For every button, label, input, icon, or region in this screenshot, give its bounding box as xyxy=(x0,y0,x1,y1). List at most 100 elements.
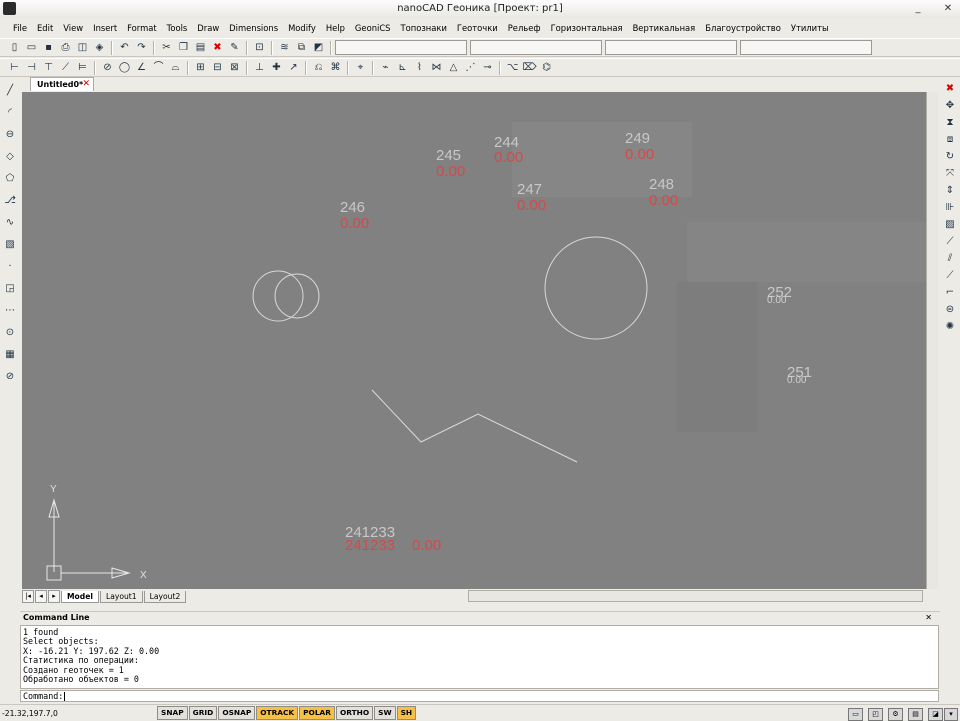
color-combo[interactable] xyxy=(470,40,602,55)
menu-tools[interactable]: Tools xyxy=(162,23,193,33)
contour-icon[interactable]: ⌇ xyxy=(413,61,426,74)
dim-aligned-icon[interactable]: ⟋ xyxy=(59,61,72,74)
save-icon[interactable]: ▪ xyxy=(42,41,55,54)
dim-space-icon[interactable]: ⊠ xyxy=(228,61,241,74)
close-panel-icon[interactable]: ✕ xyxy=(925,612,932,624)
menu-draw[interactable]: Draw xyxy=(192,23,224,33)
undo-icon[interactable]: ↶ xyxy=(118,41,131,54)
dim-style-icon[interactable]: ⌘ xyxy=(329,61,342,74)
layer-states-icon[interactable]: ⧉ xyxy=(295,41,308,54)
menu-file[interactable]: File xyxy=(8,23,32,33)
polygon-icon[interactable]: ⬠ xyxy=(3,170,17,188)
menu-relief[interactable]: Рельеф xyxy=(503,23,546,33)
dim-edit-icon[interactable]: ⎌ xyxy=(312,61,325,74)
cut-icon[interactable]: ✂ xyxy=(160,41,173,54)
dim-baseline-icon[interactable]: ⊨ xyxy=(76,61,89,74)
next-tab-icon[interactable]: ▸ xyxy=(48,590,60,603)
dim-vertical-icon[interactable]: ⊤ xyxy=(42,61,55,74)
minimize-button[interactable]: _ xyxy=(910,3,926,15)
chamfer-icon[interactable]: ⌐ xyxy=(943,285,957,300)
menu-geonics[interactable]: GeoniCS xyxy=(350,23,396,33)
menu-edit[interactable]: Edit xyxy=(32,23,58,33)
dim-arc-icon[interactable]: ⌒ xyxy=(152,61,165,74)
print-icon[interactable]: ⎙ xyxy=(59,41,72,54)
hatch-icon[interactable]: ▧ xyxy=(3,236,17,254)
match-properties-icon[interactable]: ✎ xyxy=(228,41,241,54)
delete-icon[interactable]: ✖ xyxy=(211,41,224,54)
layers-icon[interactable]: ≋ xyxy=(278,41,291,54)
dim-linear-icon[interactable]: ⊣ xyxy=(25,61,38,74)
menu-view[interactable]: View xyxy=(58,23,88,33)
tab-model[interactable]: Model xyxy=(61,590,99,603)
arc-icon[interactable]: ◜ xyxy=(3,104,17,122)
point-icon[interactable]: ⊢ xyxy=(8,61,21,74)
redo-icon[interactable]: ↷ xyxy=(135,41,148,54)
trim-icon[interactable]: ▨ xyxy=(943,217,957,232)
drawing-canvas[interactable]: 245 0.00 244 0.00 249 0.00 246 0.00 247 … xyxy=(22,92,937,589)
text-icon[interactable]: ⊘ xyxy=(3,368,17,386)
dim-angular-icon[interactable]: ∠ xyxy=(135,61,148,74)
tray-annotation-icon[interactable]: ◰ xyxy=(868,708,883,721)
tray-settings-icon[interactable]: ⚙ xyxy=(888,708,903,721)
paste-icon[interactable]: ▤ xyxy=(194,41,207,54)
menu-format[interactable]: Format xyxy=(122,23,162,33)
copy-icon[interactable]: ❐ xyxy=(177,41,190,54)
mirror-icon[interactable]: ⧗ xyxy=(943,115,957,130)
region-icon[interactable]: ⊙ xyxy=(3,324,17,342)
layer-combo[interactable] xyxy=(335,40,467,55)
scale-icon[interactable]: ⤧ xyxy=(943,166,957,181)
horizontal-scrollbar[interactable] xyxy=(468,590,923,602)
spline-icon[interactable]: ∿ xyxy=(3,214,17,232)
new-file-icon[interactable]: ▯ xyxy=(8,41,21,54)
point-draw-icon[interactable]: · xyxy=(3,258,17,276)
print-preview-icon[interactable]: ◫ xyxy=(76,41,89,54)
close-window-button[interactable]: ✕ xyxy=(940,3,956,15)
fillet-icon[interactable]: ⊜ xyxy=(943,302,957,317)
layer-previous-icon[interactable]: ◩ xyxy=(312,41,325,54)
menu-utilities[interactable]: Утилиты xyxy=(786,23,834,33)
tray-lock-icon[interactable]: ▤ xyxy=(908,708,923,721)
profile-icon[interactable]: ⌥ xyxy=(506,61,519,74)
surface-icon[interactable]: ⋈ xyxy=(430,61,443,74)
menu-insert[interactable]: Insert xyxy=(88,23,122,33)
dim-diameter-icon[interactable]: ⊘ xyxy=(101,61,114,74)
triangulate-icon[interactable]: △ xyxy=(447,61,460,74)
grid-toggle[interactable]: GRID xyxy=(188,706,218,720)
stretch-icon[interactable]: ⇕ xyxy=(943,183,957,198)
dim-chain-icon[interactable]: ⊟ xyxy=(211,61,224,74)
leader-icon[interactable]: ↗ xyxy=(287,61,300,74)
level-icon[interactable]: ⊸ xyxy=(481,61,494,74)
tolerance-icon[interactable]: ⊥ xyxy=(253,61,266,74)
polar-toggle[interactable]: POLAR xyxy=(299,706,335,720)
menu-horizontal[interactable]: Горизонтальная xyxy=(546,23,628,33)
offset-icon[interactable]: ⧈ xyxy=(943,132,957,147)
table-icon[interactable]: ▦ xyxy=(3,346,17,364)
line-icon[interactable]: ╱ xyxy=(3,82,17,100)
tab-layout2[interactable]: Layout2 xyxy=(143,590,187,603)
first-tab-icon[interactable]: |◂ xyxy=(22,590,34,603)
open-folder-icon[interactable]: ▭ xyxy=(25,41,38,54)
slope-icon[interactable]: ⋰ xyxy=(464,61,477,74)
volume-icon[interactable]: ⌬ xyxy=(540,61,553,74)
osnap-toggle[interactable]: OSNAP xyxy=(218,706,256,720)
otrack-toggle[interactable]: OTRACK xyxy=(256,706,299,720)
rectangle-icon[interactable]: ◇ xyxy=(3,148,17,166)
geopoint-icon[interactable]: ⌖ xyxy=(354,61,367,74)
menu-toposigns[interactable]: Топознаки xyxy=(396,23,452,33)
ortho-toggle[interactable]: ORTHO xyxy=(335,706,374,720)
menu-modify[interactable]: Modify xyxy=(283,23,321,33)
snap-toggle[interactable]: SNAP xyxy=(157,706,188,720)
dim-ordinate-icon[interactable]: ⌓ xyxy=(169,61,182,74)
menu-landscaping[interactable]: Благоустройство xyxy=(700,23,786,33)
explode-icon[interactable]: ✺ xyxy=(943,319,957,334)
erase-icon[interactable]: ✖ xyxy=(943,81,957,96)
elevation-icon[interactable]: ⊾ xyxy=(396,61,409,74)
sh-toggle[interactable]: SH xyxy=(396,706,417,720)
insert-block-icon[interactable]: ◲ xyxy=(3,280,17,298)
join-icon[interactable]: ⟋ xyxy=(943,268,957,283)
vertical-scrollbar[interactable] xyxy=(926,92,938,589)
tray-menu-icon[interactable]: ▾ xyxy=(944,708,958,721)
divide-icon[interactable]: ⋯ xyxy=(3,302,17,320)
close-tab-icon[interactable]: ✕ xyxy=(82,78,90,91)
section-icon[interactable]: ⌦ xyxy=(522,61,536,74)
